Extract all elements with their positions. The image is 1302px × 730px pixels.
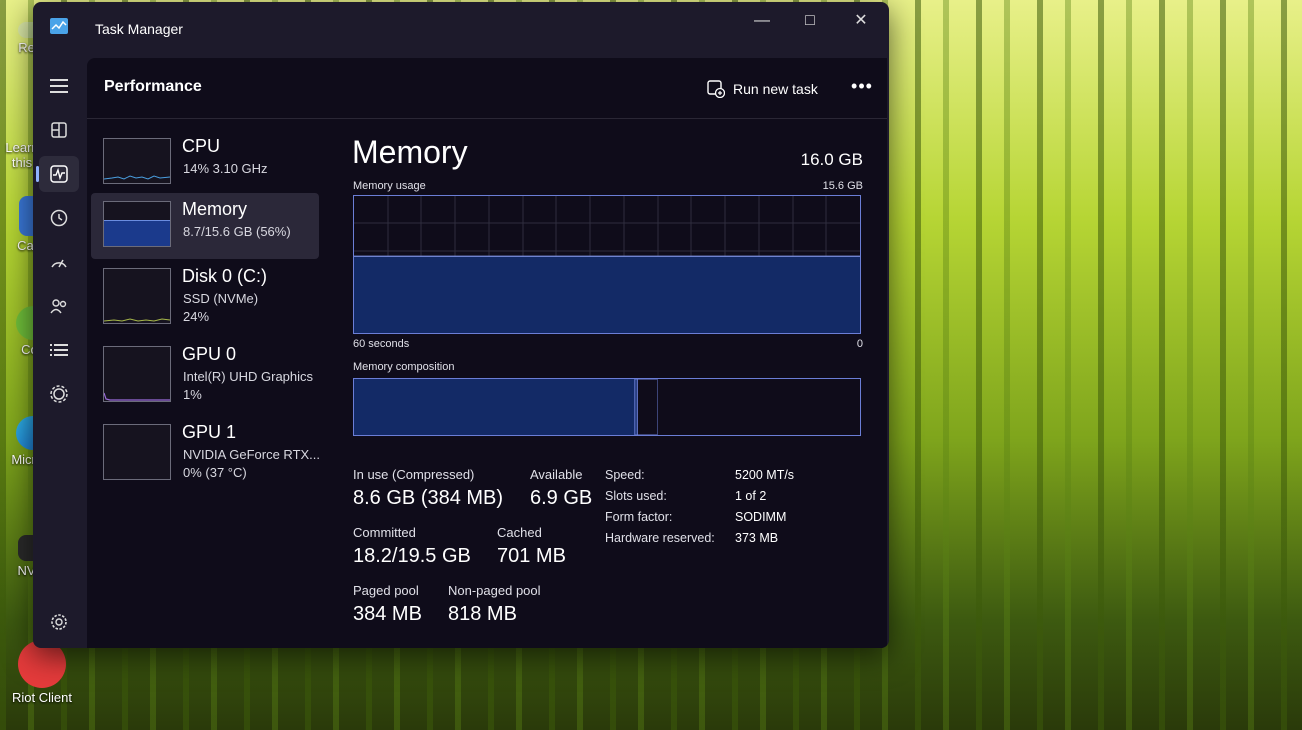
page-title: Performance [104, 78, 202, 95]
run-new-task-label: Run new task [733, 81, 818, 97]
nav-hamburger[interactable] [39, 68, 79, 104]
memory-usage-max: 15.6 GB [822, 180, 863, 192]
committed-value: 18.2/19.5 GB [353, 545, 471, 567]
details-icon [50, 344, 68, 356]
sidebar-item-percent: 1% [183, 387, 202, 402]
services-icon [50, 385, 68, 403]
composition-in-use [354, 379, 635, 435]
minimize-button[interactable]: — [740, 10, 784, 32]
memory-thumbnail-graph [103, 201, 171, 247]
composition-free [657, 379, 860, 435]
spec-slots-value: 1 of 2 [735, 489, 767, 503]
non-paged-pool-value: 818 MB [448, 603, 517, 625]
committed-label: Committed [353, 525, 416, 540]
main-content: Performance Run new task ••• CPU 14% 3.1… [87, 58, 887, 648]
spec-hardware-reserved-value: 373 MB [735, 531, 779, 545]
spec-form-factor-value: SODIMM [735, 510, 787, 524]
nav-processes[interactable] [39, 112, 79, 148]
cached-label: Cached [497, 525, 542, 540]
nav-startup-apps[interactable] [39, 244, 79, 280]
nav-performance[interactable] [36, 156, 79, 192]
cpu-thumbnail-graph [103, 138, 171, 184]
run-new-task-button[interactable]: Run new task [707, 76, 818, 102]
spec-slots-label: Slots used: [605, 489, 667, 503]
sidebar-item-name: CPU [182, 136, 221, 156]
maximize-icon: □ [805, 12, 815, 29]
startup-apps-icon [51, 259, 67, 268]
spec-form-factor-label: Form factor: [605, 510, 673, 524]
processes-icon [51, 122, 67, 138]
memory-total: 16.0 GB [800, 150, 863, 169]
sidebar-item-name: Memory [182, 199, 248, 219]
sidebar-item-memory[interactable]: Memory 8.7/15.6 GB (56%) [91, 193, 319, 259]
memory-composition-bar [353, 378, 861, 436]
task-manager-window: Task Manager — □ ✕ Performance Run new t… [33, 2, 889, 648]
sidebar-item-detail: SSD (NVMe) [183, 291, 259, 306]
sidebar-item-gpu0[interactable]: GPU 0 Intel(R) UHD Graphics 1% [91, 338, 319, 412]
sidebar-item-detail: 14% 3.10 GHz [183, 161, 268, 176]
in-use-label: In use (Compressed) [353, 467, 475, 482]
nav-app-history[interactable] [39, 200, 79, 236]
memory-heading: Memory [352, 134, 468, 170]
sidebar-item-cpu[interactable]: CPU 14% 3.10 GHz [91, 130, 319, 196]
disk-thumbnail-graph [103, 268, 171, 324]
task-manager-app-icon [50, 18, 68, 34]
sidebar-item-gpu1[interactable]: GPU 1 NVIDIA GeForce RTX... 0% (37 °C) [91, 416, 321, 490]
hamburger-icon [50, 79, 68, 93]
minimize-icon: — [754, 12, 770, 29]
sidebar-item-name: GPU 0 [182, 344, 237, 364]
graph-time-left-label: 60 seconds [353, 338, 410, 350]
graph-time-right-label: 0 [856, 338, 863, 350]
sidebar-item-disk0[interactable]: Disk 0 (C:) SSD (NVMe) 24% [91, 260, 319, 334]
more-icon: ••• [851, 76, 873, 96]
sidebar-item-percent: 24% [183, 309, 210, 324]
sidebar-item-detail: NVIDIA GeForce RTX... [183, 447, 321, 462]
spec-hardware-reserved-label: Hardware reserved: [605, 531, 715, 545]
sidebar-item-name: Disk 0 (C:) [182, 266, 267, 286]
performance-icon [50, 165, 68, 183]
memory-usage-fill [354, 256, 860, 333]
app-history-icon [50, 209, 68, 227]
sidebar-item-percent: 0% (37 °C) [183, 465, 247, 480]
available-label: Available [530, 467, 583, 482]
non-paged-pool-label: Non-paged pool [448, 583, 541, 598]
sidebar-item-name: GPU 1 [182, 422, 237, 442]
close-button[interactable]: ✕ [839, 10, 883, 32]
settings-icon [51, 614, 67, 630]
desktop-icon-riot-client[interactable]: Riot Client [2, 640, 82, 705]
nav-users[interactable] [39, 288, 79, 324]
paged-pool-value: 384 MB [353, 603, 422, 625]
sidebar-item-detail: Intel(R) UHD Graphics [183, 369, 314, 384]
close-icon: ✕ [854, 12, 868, 29]
page-header: Performance Run new task ••• [87, 58, 887, 119]
nav-services[interactable] [39, 376, 79, 412]
paged-pool-label: Paged pool [353, 583, 419, 598]
nav-details[interactable] [39, 332, 79, 368]
title-bar[interactable]: Task Manager — □ ✕ [33, 2, 889, 56]
composition-standby [636, 378, 659, 436]
nav-settings[interactable] [39, 604, 79, 640]
gpu1-thumbnail-graph [103, 424, 171, 480]
users-icon [50, 299, 67, 314]
available-value: 6.9 GB [530, 487, 593, 509]
sidebar-item-detail: 8.7/15.6 GB (56%) [183, 224, 291, 239]
in-use-value: 8.6 GB (384 MB) [353, 487, 504, 509]
memory-usage-label: Memory usage [353, 180, 426, 192]
cached-value: 701 MB [497, 545, 566, 567]
spec-speed-value: 5200 MT/s [735, 468, 795, 482]
memory-composition-label: Memory composition [353, 361, 455, 373]
spec-speed-label: Speed: [605, 468, 645, 482]
maximize-button[interactable]: □ [788, 10, 832, 32]
run-new-task-icon [707, 80, 725, 98]
more-options-button[interactable]: ••• [847, 76, 877, 102]
window-title: Task Manager [95, 21, 183, 37]
memory-usage-graph [353, 195, 861, 334]
nav-rail [33, 56, 85, 648]
gpu0-thumbnail-graph [103, 346, 171, 402]
